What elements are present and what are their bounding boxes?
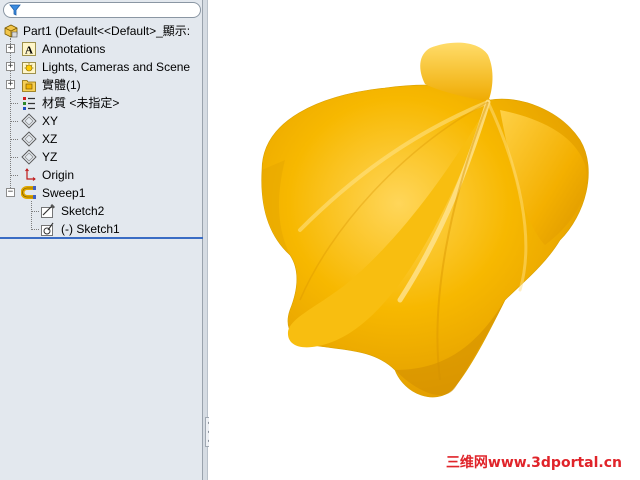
expand-toggle[interactable]: + bbox=[6, 80, 15, 89]
annotations-icon: A bbox=[22, 42, 36, 57]
plane-icon bbox=[21, 131, 37, 147]
sweep-model[interactable] bbox=[209, 0, 640, 480]
tree-item-label: (-) Sketch1 bbox=[61, 222, 120, 236]
expand-toggle[interactable]: + bbox=[6, 62, 15, 71]
tree-item-label: 實體(1) bbox=[42, 78, 81, 92]
collapse-toggle[interactable]: − bbox=[6, 188, 15, 197]
tree-item-origin[interactable]: Origin bbox=[0, 166, 203, 184]
solid-bodies-icon bbox=[22, 80, 36, 92]
tree-item-label: Lights, Cameras and Scene bbox=[42, 60, 191, 74]
feature-filter-box[interactable] bbox=[3, 2, 201, 18]
watermark: 三维网www.3dportal.cn bbox=[445, 455, 622, 471]
tree-item-label: Sketch2 bbox=[61, 204, 105, 218]
graphics-viewport[interactable]: 三维网www.3dportal.cn bbox=[209, 0, 640, 480]
material-icon bbox=[23, 97, 35, 110]
plane-icon bbox=[21, 113, 37, 129]
tree-item-label: XZ bbox=[42, 132, 58, 146]
plane-icon bbox=[21, 149, 37, 165]
tree-item-label: Part1 (Default<<Default>_顯示: bbox=[23, 24, 191, 38]
origin-icon bbox=[25, 168, 36, 181]
tree-item-solid-bodies[interactable]: + 實體(1) bbox=[0, 76, 203, 94]
filter-icon[interactable] bbox=[9, 4, 21, 16]
tree-item-label: Annotations bbox=[42, 42, 106, 56]
tree-item-plane-xy[interactable]: XY bbox=[0, 112, 203, 130]
tree-item-annotations[interactable]: + A Annotations bbox=[0, 40, 203, 58]
tree-item-label: YZ bbox=[42, 150, 58, 164]
tree-item-lights-cameras-scene[interactable]: + Lights, Cameras and Scene bbox=[0, 58, 203, 76]
tree-item-part1[interactable]: Part1 (Default<<Default>_顯示: bbox=[0, 22, 203, 40]
tree-item-label: Sweep1 bbox=[42, 186, 86, 200]
rollback-bar[interactable] bbox=[0, 237, 203, 239]
tree-item-material[interactable]: 材質 <未指定> bbox=[0, 94, 203, 112]
tree-item-label: Origin bbox=[42, 168, 75, 182]
tree-item-sweep1[interactable]: − Sweep1 bbox=[0, 184, 203, 202]
svg-text:A: A bbox=[25, 45, 33, 57]
part-icon bbox=[4, 24, 18, 38]
tree-item-label: 材質 <未指定> bbox=[42, 96, 120, 110]
tree-item-plane-xz[interactable]: XZ bbox=[0, 130, 203, 148]
expand-toggle[interactable]: + bbox=[6, 44, 15, 53]
tree-item-sketch1[interactable]: (-) Sketch1 bbox=[0, 220, 203, 238]
lights-cameras-icon bbox=[22, 62, 36, 74]
tree-item-label: XY bbox=[42, 114, 59, 128]
sweep-icon bbox=[21, 186, 36, 199]
tree-item-sketch2[interactable]: Sketch2 bbox=[0, 202, 203, 220]
tree-item-plane-yz[interactable]: YZ bbox=[0, 148, 203, 166]
sketch-icon bbox=[41, 222, 54, 236]
panel-splitter[interactable] bbox=[203, 0, 208, 480]
feature-manager-panel: Part1 (Default<<Default>_顯示: + A Annotat… bbox=[0, 0, 203, 480]
sketch-icon bbox=[41, 204, 55, 218]
